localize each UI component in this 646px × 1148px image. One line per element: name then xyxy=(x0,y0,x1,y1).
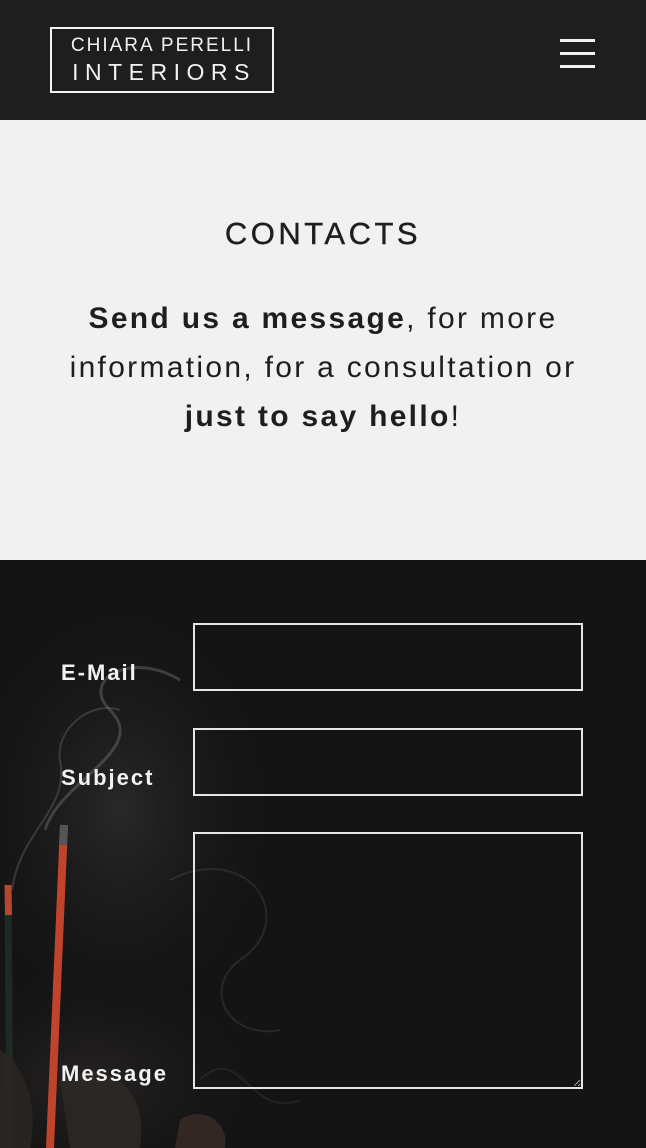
contact-form-section: E-Mail Subject Message xyxy=(0,560,646,1148)
hamburger-menu-icon[interactable] xyxy=(558,37,596,69)
site-header: CHIARA PERELLI INTERIORS xyxy=(0,0,646,120)
intro-text-bold-send: Send us a message xyxy=(88,302,407,335)
email-label: E-Mail xyxy=(61,660,138,685)
email-field[interactable] xyxy=(193,623,583,691)
logo-line-bottom: INTERIORS xyxy=(72,59,256,85)
message-textarea[interactable] xyxy=(193,832,583,1089)
menu-bar xyxy=(560,52,595,55)
subject-field[interactable] xyxy=(193,728,583,796)
intro-text-end: ! xyxy=(450,400,462,433)
subject-label: Subject xyxy=(61,765,155,790)
menu-bar xyxy=(560,65,595,68)
intro-text-bold-hello: just to say hello xyxy=(184,400,451,433)
intro-text: Send us a message, for more information,… xyxy=(45,294,601,441)
contacts-intro: CONTACTS Send us a message, for more inf… xyxy=(0,120,646,560)
message-label: Message xyxy=(61,1061,168,1086)
menu-bar xyxy=(560,39,595,42)
brand-logo[interactable]: CHIARA PERELLI INTERIORS xyxy=(50,27,274,93)
page-title: CONTACTS xyxy=(224,216,422,251)
logo-line-top: CHIARA PERELLI xyxy=(70,35,254,56)
